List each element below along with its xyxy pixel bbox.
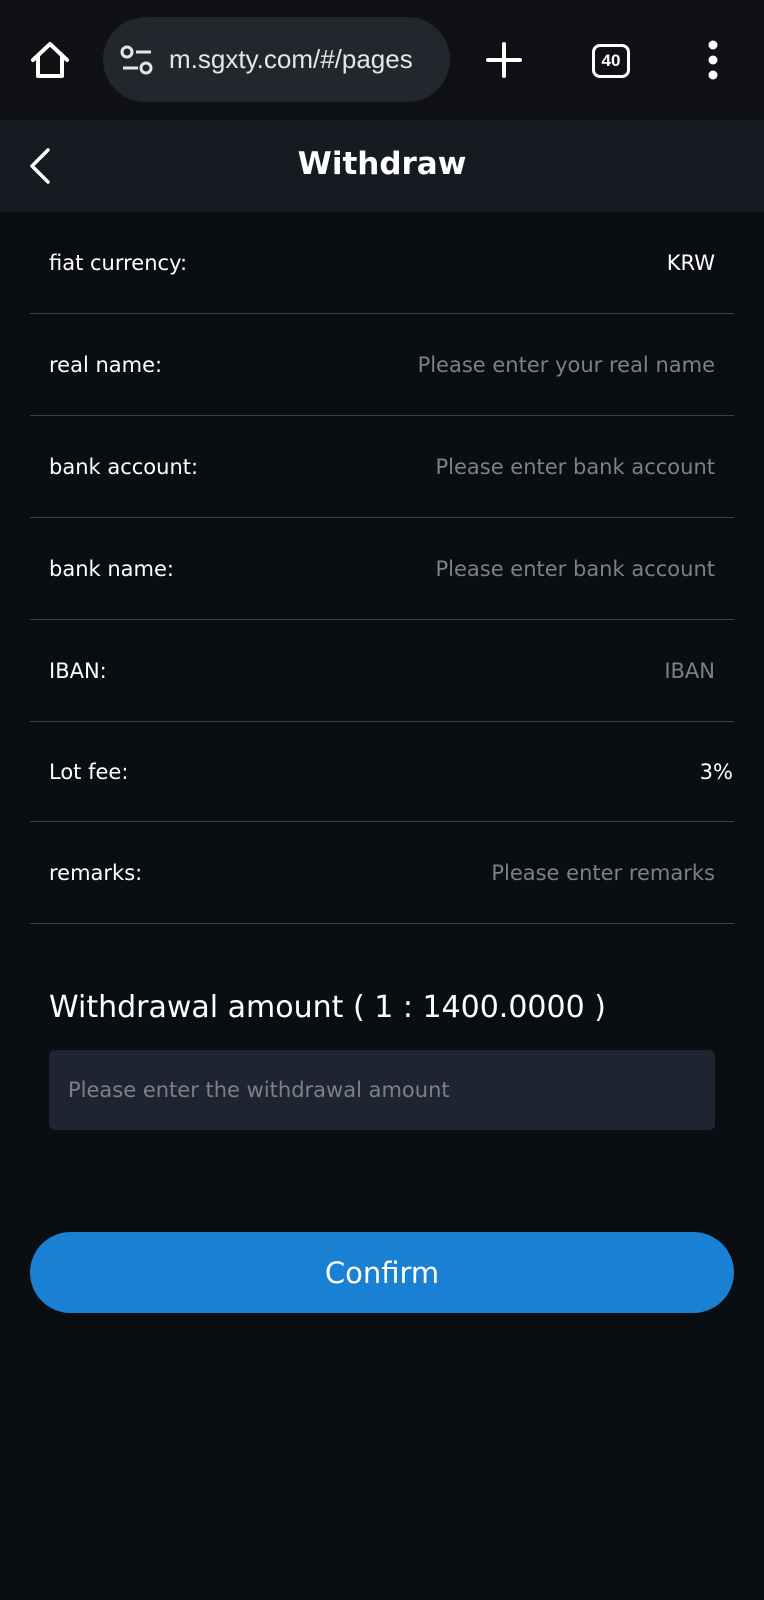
- tab-switcher-button[interactable]: 40: [592, 44, 630, 78]
- fiat-currency-label: fiat currency:: [49, 250, 188, 275]
- confirm-button[interactable]: Confirm: [30, 1232, 734, 1313]
- address-bar[interactable]: m.sgxty.com/#/pages: [103, 17, 450, 102]
- bank-account-label: bank account:: [49, 454, 199, 479]
- bank-name-label: bank name:: [49, 556, 174, 581]
- bank-account-row: bank account:: [30, 416, 734, 518]
- bank-name-input[interactable]: [355, 556, 715, 581]
- real-name-label: real name:: [49, 352, 163, 377]
- more-menu-icon[interactable]: [702, 40, 724, 80]
- page-title: Withdraw: [297, 146, 467, 182]
- lot-fee-label: Lot fee:: [49, 759, 129, 784]
- new-tab-icon[interactable]: [484, 40, 524, 80]
- withdrawal-amount-input[interactable]: [49, 1050, 715, 1130]
- iban-row: IBAN:: [30, 620, 734, 722]
- remarks-row: remarks:: [30, 822, 734, 924]
- iban-input[interactable]: [355, 658, 715, 683]
- url-text: m.sgxty.com/#/pages: [169, 44, 413, 74]
- browser-toolbar: m.sgxty.com/#/pages 40: [0, 0, 764, 120]
- withdraw-form: fiat currency: KRW real name: bank accou…: [30, 212, 734, 924]
- remarks-label: remarks:: [49, 860, 143, 885]
- bank-account-input[interactable]: [355, 454, 715, 479]
- page-header: Withdraw: [0, 120, 764, 212]
- tab-count: 40: [601, 51, 621, 70]
- real-name-row: real name:: [30, 314, 734, 416]
- real-name-input[interactable]: [355, 352, 715, 377]
- fiat-currency-row: fiat currency: KRW: [30, 212, 734, 314]
- withdrawal-amount-label: Withdrawal amount ( 1 : 1400.0000 ): [49, 990, 606, 1025]
- bank-name-row: bank name:: [30, 518, 734, 620]
- lot-fee-row: Lot fee: 3%: [30, 722, 734, 822]
- home-icon[interactable]: [28, 38, 72, 82]
- remarks-input[interactable]: [355, 860, 715, 885]
- fiat-currency-value[interactable]: KRW: [667, 251, 715, 275]
- lot-fee-value: 3%: [699, 759, 733, 784]
- site-settings-icon[interactable]: [119, 42, 155, 78]
- iban-label: IBAN:: [49, 658, 107, 683]
